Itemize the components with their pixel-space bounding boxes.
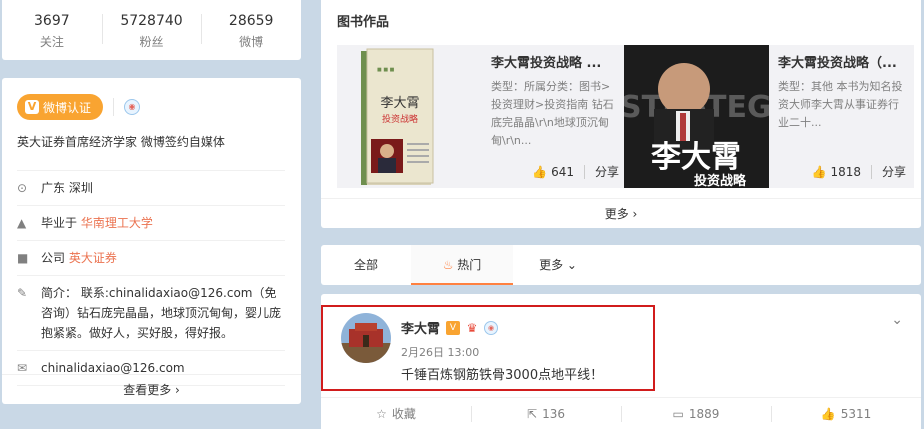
book-cover[interactable]: STRATEGY 李大霄 投资战略 [624,45,769,188]
svg-text:李大霄: 李大霄 [651,140,741,175]
see-more-link[interactable]: 查看更多 › [2,374,301,404]
info-company: ■ 公司 英大证券 [17,241,285,276]
info-location: ⊙ 广东 深圳 [17,171,285,206]
books-card: 图书作品 ■ ■ ■ 李大霄 投资战略 李大霄投资战略 ... 类型：所属分类：… [321,0,921,228]
stat-label: 关注 [39,35,64,49]
repost-button[interactable]: ⇱ 136 [471,398,621,429]
profile-bio: 英大证券首席经济学家 微博签约自媒体 [17,135,225,149]
thumb-up-icon: 👍 [811,164,827,179]
stat-number: 5728740 [120,13,183,29]
book-item[interactable]: STRATEGY 李大霄 投资战略 李大霄投资战略（... 类型：其他 本书为知… [624,45,914,188]
cover-name-text: 李大霄 [380,96,419,111]
like-button[interactable]: 👍 5311 [771,398,921,429]
crown-icon: ♛ [465,320,480,335]
book-cover[interactable]: ■ ■ ■ 李大霄 投资战略 [337,45,482,188]
book-share-button[interactable]: 分享 [595,163,619,180]
tab-all[interactable]: 全部 [321,245,411,285]
star-icon: ☆ [376,407,387,421]
tab-hot-label: 热门 [457,258,482,272]
info-intro: ✎ 简介： 联系:chinalidaxiao@126.com（免咨询）钻石庞完晶… [17,276,285,351]
briefcase-icon: ■ [17,251,29,265]
chevron-down-icon[interactable]: ⌄ [891,312,903,328]
book-item[interactable]: ■ ■ ■ 李大霄 投资战略 李大霄投资战略 ... 类型：所属分类：图书>投资… [337,45,627,188]
author-name[interactable]: 李大霄 [401,318,440,337]
company-text: 公司 英大证券 [41,248,117,268]
book-info: 李大霄投资战略 ... 类型：所属分类：图书>投资理财>投资指南 钻石底完晶晶\… [482,45,627,188]
graduation-cap-icon: ▲ [17,216,27,230]
post-time[interactable]: 2月26日 13:00 [401,344,479,360]
comment-button[interactable]: ▭ 1889 [621,398,771,429]
svg-text:投资战略: 投资战略 [382,113,418,125]
company-link[interactable]: 英大证券 [69,251,117,265]
book-actions: 👍 641 分享 [532,163,619,180]
book-like-button[interactable]: 👍 641 [532,165,574,179]
verified-v-icon: V [446,320,461,335]
book-title[interactable]: 李大霄投资战略（... [778,55,906,73]
divider [583,164,585,179]
book-like-button[interactable]: 👍 1818 [812,165,861,179]
repost-icon: ⇱ [527,407,538,421]
verify-row: V 微博认证 ◉ [17,94,141,120]
member-badge-icon: ◉ [484,320,499,335]
divider [113,98,115,116]
verified-v-icon: V [25,100,39,114]
tab-more[interactable]: 更多 ⌄ [513,245,603,285]
education-prefix: 毕业于 [41,216,78,230]
tab-hot[interactable]: ♨ 热门 [411,245,513,285]
book-actions: 👍 1818 分享 [812,163,906,180]
education-link[interactable]: 华南理工大学 [81,216,153,230]
thumb-up-icon: 👍 [532,164,548,179]
post-actions: ☆ 收藏 ⇱ 136 ▭ 1889 👍 5311 [321,397,921,429]
comment-icon: ▭ [672,407,684,421]
stat-label: 微博 [239,35,264,49]
info-list: ⊙ 广东 深圳 ▲ 毕业于 华南理工大学 ■ 公司 英大证券 ✎ 简介： 联系:… [17,170,285,386]
company-prefix: 公司 [41,251,66,265]
books-title: 图书作品 [337,15,390,30]
member-badge-icon[interactable]: ◉ [124,99,141,115]
stat-weibo[interactable]: 28659 微博 [201,0,301,60]
author-row: 李大霄 V ♛ ◉ [401,318,503,337]
weibo-post: 李大霄 V ♛ ◉ 2月26日 13:00 千锤百炼钢筋铁骨3000点地平线！ … [321,294,921,429]
location-text: 广东 深圳 [41,181,93,195]
like-icon: 👍 [820,407,836,421]
stat-label: 粉丝 [139,35,164,49]
stat-following[interactable]: 3697 关注 [2,0,102,60]
stat-number: 28659 [228,13,274,29]
stats-bar: 3697 关注 5728740 粉丝 28659 微博 [2,0,301,60]
fire-icon: ♨ [442,258,454,272]
book-desc: 类型：其他 本书为知名投资大师李大霄从事证券行业二十... [778,80,903,129]
favorite-button[interactable]: ☆ 收藏 [321,398,471,429]
intro-text: 简介： 联系:chinalidaxiao@126.com（免咨询）钻石庞完晶晶，… [41,286,282,340]
books-more-link[interactable]: 更多 › [321,198,921,228]
svg-text:投资战略: 投资战略 [694,173,747,188]
book-desc: 类型：所属分类：图书>投资理财>投资指南 钻石底完晶晶\r\n地球顶沉甸甸\r\… [491,80,614,147]
book-info: 李大霄投资战略（... 类型：其他 本书为知名投资大师李大霄从事证券行业二十..… [769,45,914,188]
post-text: 千锤百炼钢筋铁骨3000点地平线！ [401,368,604,383]
edit-icon: ✎ [17,286,28,300]
book-title[interactable]: 李大霄投资战略 ... [491,55,619,73]
stat-followers[interactable]: 5728740 粉丝 [101,0,202,60]
stat-number: 3697 [34,13,70,29]
divider [870,164,872,179]
education-text: 毕业于 华南理工大学 [41,213,153,233]
location-icon: ⊙ [17,181,28,195]
verify-label: 微博认证 [43,100,92,115]
profile-card: V 微博认证 ◉ 英大证券首席经济学家 微博签约自媒体 ⊙ 广东 深圳 ▲ 毕业… [2,78,301,404]
info-education: ▲ 毕业于 华南理工大学 [17,206,285,241]
verify-button[interactable]: V 微博认证 [17,94,104,120]
svg-text:■ ■ ■: ■ ■ ■ [377,67,395,73]
book-share-button[interactable]: 分享 [882,163,906,180]
avatar[interactable] [341,313,391,363]
feed-tabs: 全部 ♨ 热门 更多 ⌄ [321,245,921,285]
